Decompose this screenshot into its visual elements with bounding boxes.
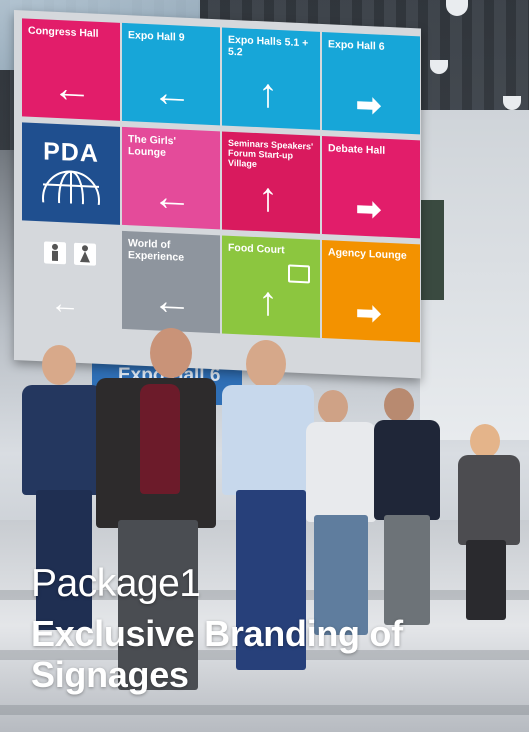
globe-icon (42, 170, 100, 205)
sign-tile-seminars: Seminars Speakers' Forum Start-up Villag… (222, 131, 320, 234)
sign-tile-expo-hall-9: Expo Hall 9 ← (122, 22, 220, 126)
package-caption: Package1 Exclusive Branding of Signages (31, 562, 511, 696)
arrow-up-icon: ↑ (258, 175, 278, 220)
package-card[interactable]: Expo Hall 6 Congress Hall ← Expo Hall 9 … (0, 0, 529, 732)
male-restroom-icon (44, 241, 66, 265)
pda-logo-text: PDA (43, 137, 99, 168)
sign-tile-label: Agency Lounge (328, 246, 407, 262)
sign-tile-label: Expo Hall 6 (328, 38, 385, 53)
wayfinding-sign: Congress Hall ← Expo Hall 9 ← Expo Halls… (14, 10, 421, 379)
sign-tile-pda-logo: PDA (22, 122, 120, 225)
sign-tile-label: Food Court (228, 241, 285, 257)
package-title: Exclusive Branding of Signages (31, 613, 403, 695)
sign-tile-world-of-experience: World of Experience ← (122, 230, 220, 334)
arrow-right-icon: ➡ (356, 88, 382, 123)
sign-tile-expo-hall-6: Expo Hall 6 ➡ (322, 31, 420, 135)
sign-tile-expo-halls-5: Expo Halls 5.1 + 5.2 ↑ (222, 27, 320, 130)
hall-window (418, 200, 444, 300)
pda-logo: PDA (38, 137, 104, 205)
sign-tile-food-court: Food Court ↑ (222, 235, 320, 338)
arrow-left-icon: ← (152, 70, 192, 117)
sign-tile-restrooms: ← (22, 226, 120, 329)
arrow-left-icon: ← (152, 278, 192, 325)
arrow-right-icon: ➡ (356, 296, 382, 331)
sign-tile-girls-lounge: The Girls' Lounge ← (122, 126, 220, 230)
sign-tile-label: The Girls' Lounge (128, 133, 177, 159)
arrow-up-icon: ↑ (258, 279, 278, 324)
arrow-left-icon: ← (52, 65, 92, 112)
arrow-right-icon: ➡ (356, 192, 382, 227)
sign-tile-label: Debate Hall (328, 142, 386, 157)
sign-tile-label: World of Experience (128, 237, 185, 264)
female-restroom-icon (74, 242, 96, 266)
sign-tile-label: Expo Hall 9 (128, 29, 185, 44)
arrow-left-icon: ← (152, 174, 192, 221)
food-icon (288, 264, 310, 284)
sign-tile-debate-hall: Debate Hall ➡ (322, 135, 420, 239)
sign-tile-label: Expo Halls 5.1 + 5.2 (228, 33, 309, 59)
sign-tile-label: Seminars Speakers' Forum Start-up Villag… (228, 137, 314, 170)
package-label: Package1 (31, 562, 201, 605)
arrow-left-icon: ← (50, 286, 80, 321)
sign-tile-label: Congress Hall (28, 24, 99, 40)
arrow-up-icon: ↑ (258, 71, 278, 116)
sign-tile-agency-lounge: Agency Lounge ➡ (322, 239, 420, 343)
sign-tile-congress-hall: Congress Hall ← (22, 18, 120, 121)
